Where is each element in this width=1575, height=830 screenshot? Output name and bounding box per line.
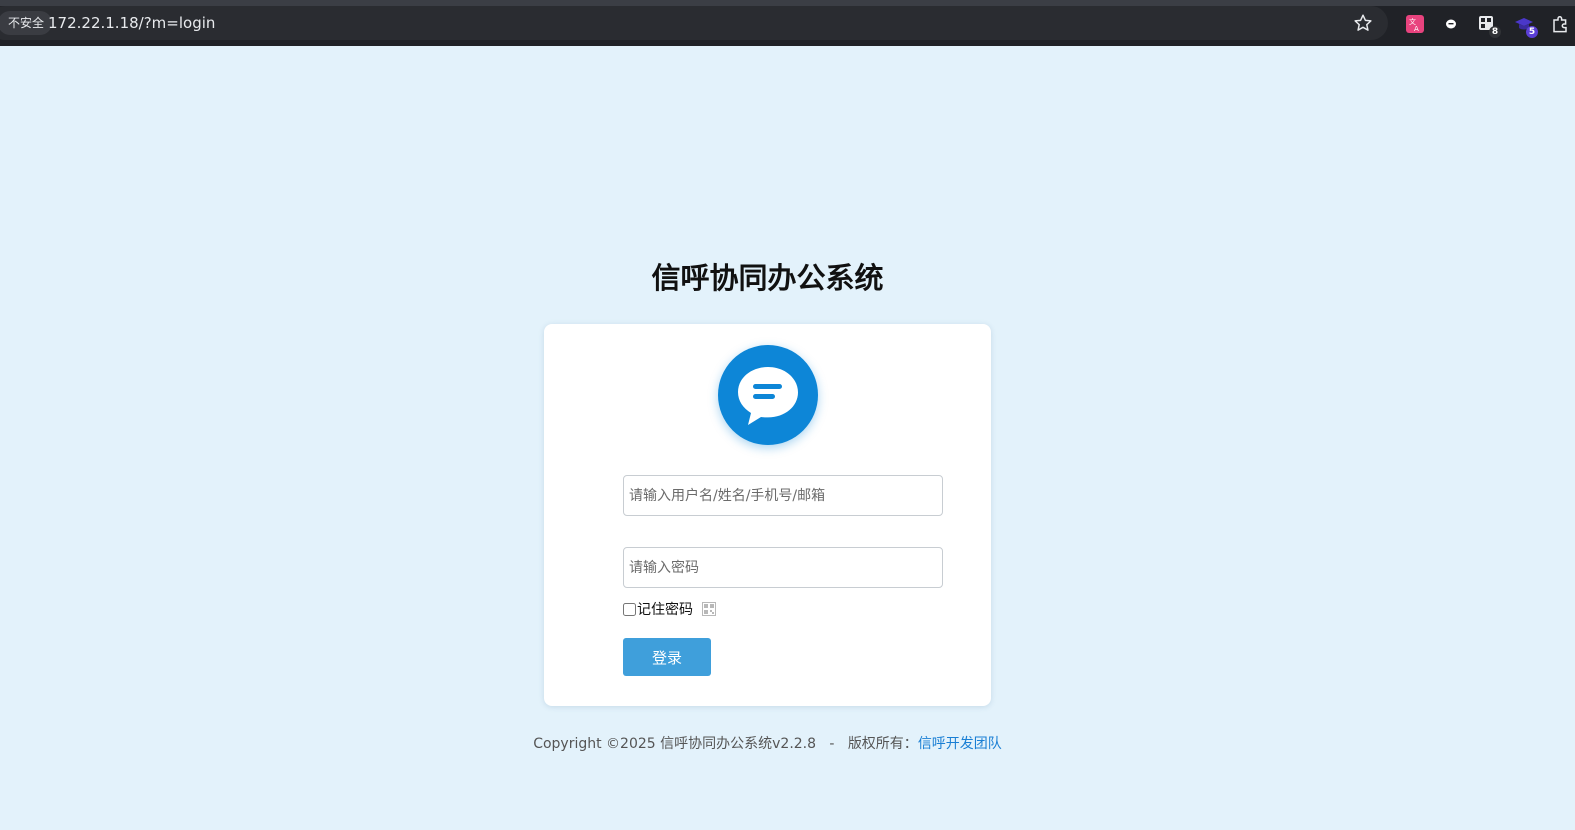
graduation-cap-icon[interactable]: 5 xyxy=(1514,14,1538,38)
remember-password-checkbox[interactable] xyxy=(623,602,636,616)
username-input[interactable] xyxy=(623,475,943,516)
password-input[interactable] xyxy=(623,547,943,588)
login-card: 记住密码 登录 xyxy=(544,324,991,706)
address-bar[interactable]: 不安全 172.22.1.18/?m=login xyxy=(0,6,1388,40)
security-indicator[interactable]: 不安全 xyxy=(0,11,53,35)
extension-badge: 8 xyxy=(1489,26,1501,38)
login-button[interactable]: 登录 xyxy=(623,638,711,676)
translate-icon[interactable]: 文 A xyxy=(1405,14,1425,34)
remember-password-row[interactable]: 记住密码 xyxy=(623,600,716,618)
url-text[interactable]: 172.22.1.18/?m=login xyxy=(48,6,215,40)
browser-toolbar: 不安全 172.22.1.18/?m=login 文 A 8 5 xyxy=(0,6,1575,46)
copyright-text: Copyright ©2025 信呼协同办公系统v2.2.8 xyxy=(533,736,817,752)
extension-badge: 5 xyxy=(1526,26,1538,38)
qr-code-icon[interactable] xyxy=(702,602,716,616)
extension-grid-icon[interactable]: 8 xyxy=(1477,14,1501,38)
svg-text:A: A xyxy=(1414,25,1419,33)
team-link[interactable]: 信呼开发团队 xyxy=(918,736,1002,752)
footer-separator: - xyxy=(829,736,835,752)
chat-bubble-icon[interactable] xyxy=(1441,14,1461,34)
footer: Copyright ©2025 信呼协同办公系统v2.2.8 - 版权所有：信呼… xyxy=(0,733,1535,753)
rights-label: 版权所有： xyxy=(847,736,918,752)
chat-bubble-logo-icon xyxy=(718,345,818,445)
remember-password-label: 记住密码 xyxy=(637,602,693,618)
page-title: 信呼协同办公系统 xyxy=(651,261,884,295)
puzzle-icon[interactable] xyxy=(1550,14,1570,34)
bookmark-star-icon[interactable] xyxy=(1352,12,1374,34)
